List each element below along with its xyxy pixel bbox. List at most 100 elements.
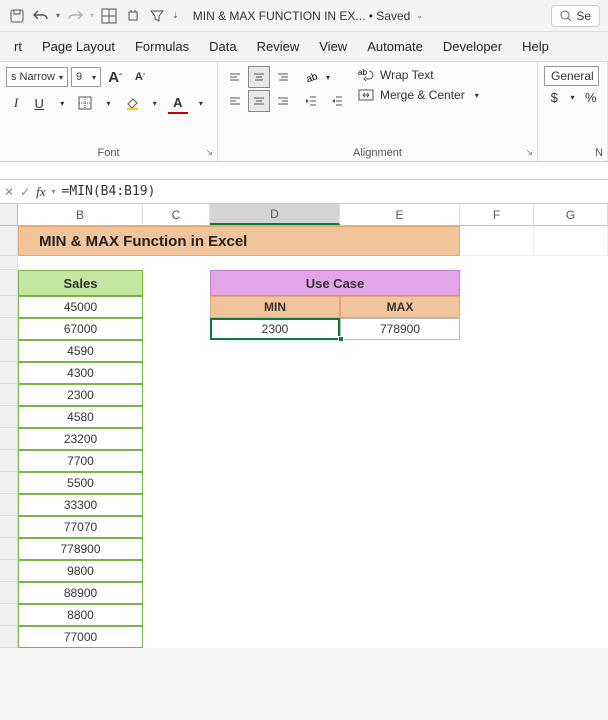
empty-cell[interactable] xyxy=(340,406,460,428)
sales-cell[interactable]: 33300 xyxy=(18,494,143,516)
usecase-header[interactable]: Use Case xyxy=(210,270,460,296)
sales-cell[interactable]: 4300 xyxy=(18,362,143,384)
sales-cell[interactable]: 778900 xyxy=(18,538,143,560)
qat-overflow-icon[interactable]: ⇣ xyxy=(172,11,179,20)
empty-cell[interactable] xyxy=(340,428,460,450)
align-top-right-icon[interactable] xyxy=(272,66,294,88)
italic-button[interactable]: I xyxy=(6,92,26,114)
empty-cell[interactable] xyxy=(143,604,210,626)
empty-cell[interactable] xyxy=(143,626,210,648)
empty-cell[interactable] xyxy=(340,560,460,582)
row-header[interactable] xyxy=(0,256,18,270)
decrease-font-icon[interactable]: Aˆ xyxy=(129,66,151,88)
row-header[interactable] xyxy=(0,450,18,472)
empty-cell[interactable] xyxy=(340,256,460,270)
increase-font-icon[interactable]: Aˆ xyxy=(104,66,126,88)
row-header[interactable] xyxy=(0,538,18,560)
fontcolor-dropdown-icon[interactable]: ▾ xyxy=(191,92,211,114)
row-header[interactable] xyxy=(0,296,18,318)
empty-cell[interactable] xyxy=(143,384,210,406)
fx-dropdown-icon[interactable]: ▾ xyxy=(52,187,56,196)
align-right-icon[interactable] xyxy=(272,90,294,112)
row-header[interactable] xyxy=(0,270,18,296)
indent-increase-icon[interactable] xyxy=(326,90,348,112)
empty-cell[interactable] xyxy=(143,270,210,296)
empty-cell[interactable] xyxy=(210,494,340,516)
empty-cell[interactable] xyxy=(340,604,460,626)
align-top-center-icon[interactable] xyxy=(248,66,270,88)
fill-dropdown-icon[interactable]: ▾ xyxy=(145,92,165,114)
underline-button[interactable]: U xyxy=(29,92,49,114)
empty-cell[interactable] xyxy=(143,256,210,270)
empty-cell[interactable] xyxy=(210,604,340,626)
empty-cell[interactable] xyxy=(210,406,340,428)
empty-cell[interactable] xyxy=(143,450,210,472)
tab-help[interactable]: Help xyxy=(512,33,559,60)
fill-handle[interactable] xyxy=(338,336,344,342)
grid-icon[interactable] xyxy=(100,7,118,25)
merge-dropdown-icon[interactable]: ▾ xyxy=(475,91,479,100)
undo-dropdown-icon[interactable]: ▾ xyxy=(56,11,60,20)
empty-cell[interactable] xyxy=(340,516,460,538)
row-header[interactable] xyxy=(0,340,18,362)
empty-cell[interactable] xyxy=(210,538,340,560)
row-header[interactable] xyxy=(0,318,18,340)
row-header[interactable] xyxy=(0,226,18,256)
empty-cell[interactable] xyxy=(143,296,210,318)
redo-icon[interactable] xyxy=(66,7,84,25)
empty-cell[interactable] xyxy=(210,516,340,538)
sales-cell[interactable]: 67000 xyxy=(18,318,143,340)
tab-view[interactable]: View xyxy=(309,33,357,60)
empty-cell[interactable] xyxy=(340,384,460,406)
wrap-text-button[interactable]: ab Wrap Text xyxy=(358,68,479,82)
border-dropdown-icon[interactable]: ▾ xyxy=(98,92,118,114)
empty-cell[interactable] xyxy=(18,256,143,270)
sales-cell[interactable]: 7700 xyxy=(18,450,143,472)
tab-review[interactable]: Review xyxy=(247,33,310,60)
sales-cell[interactable]: 88900 xyxy=(18,582,143,604)
empty-cell[interactable] xyxy=(340,538,460,560)
row-header[interactable] xyxy=(0,384,18,406)
fx-icon[interactable]: fx xyxy=(36,184,45,200)
filter-icon[interactable] xyxy=(148,7,166,25)
empty-cell[interactable] xyxy=(210,256,340,270)
tab-developer[interactable]: Developer xyxy=(433,33,512,60)
redo-dropdown-icon[interactable]: ▾ xyxy=(90,11,94,20)
empty-cell[interactable] xyxy=(534,226,608,256)
number-format-select[interactable]: General xyxy=(544,66,599,86)
empty-cell[interactable] xyxy=(340,340,460,362)
title-cell[interactable]: MIN & MAX Function in Excel xyxy=(18,226,460,256)
empty-cell[interactable] xyxy=(143,582,210,604)
orientation-dropdown-icon[interactable]: ▾ xyxy=(326,73,330,82)
row-header[interactable] xyxy=(0,604,18,626)
sales-cell[interactable]: 45000 xyxy=(18,296,143,318)
col-d[interactable]: D xyxy=(210,204,340,225)
tab-automate[interactable]: Automate xyxy=(357,33,433,60)
min-header[interactable]: MIN xyxy=(210,296,340,318)
empty-cell[interactable] xyxy=(143,406,210,428)
empty-cell[interactable] xyxy=(210,472,340,494)
empty-cell[interactable] xyxy=(340,582,460,604)
sales-cell[interactable]: 5500 xyxy=(18,472,143,494)
col-f[interactable]: F xyxy=(460,204,534,225)
empty-cell[interactable] xyxy=(143,560,210,582)
row-header[interactable] xyxy=(0,428,18,450)
row-header[interactable] xyxy=(0,626,18,648)
empty-cell[interactable] xyxy=(143,494,210,516)
align-launcher-icon[interactable]: ↘ xyxy=(525,147,533,158)
indent-decrease-icon[interactable] xyxy=(300,90,322,112)
sales-header[interactable]: Sales xyxy=(18,270,143,296)
row-header[interactable] xyxy=(0,362,18,384)
row-header[interactable] xyxy=(0,582,18,604)
empty-cell[interactable] xyxy=(210,450,340,472)
empty-cell[interactable] xyxy=(143,428,210,450)
sales-cell[interactable]: 2300 xyxy=(18,384,143,406)
orientation-icon[interactable]: ab xyxy=(300,66,322,88)
empty-cell[interactable] xyxy=(210,384,340,406)
border-button[interactable] xyxy=(75,92,95,114)
sales-cell[interactable]: 77000 xyxy=(18,626,143,648)
row-header[interactable] xyxy=(0,560,18,582)
row-header[interactable] xyxy=(0,494,18,516)
row-header[interactable] xyxy=(0,472,18,494)
max-result-cell[interactable]: 778900 xyxy=(340,318,460,340)
